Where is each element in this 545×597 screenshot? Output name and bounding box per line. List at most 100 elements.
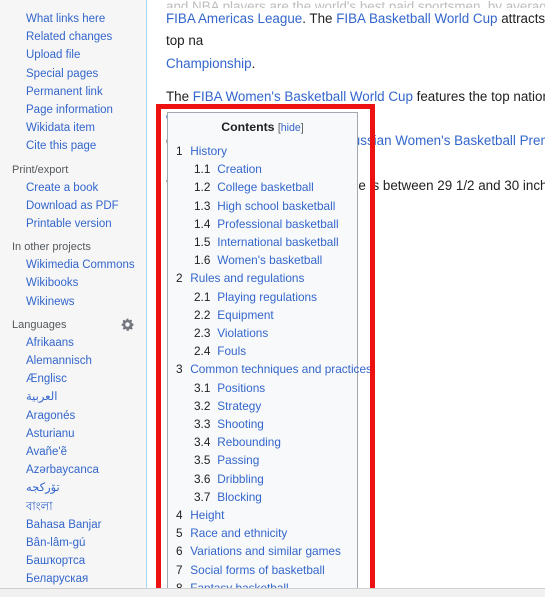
toc-item[interactable]: 3.3 Shooting — [174, 415, 351, 433]
sidebar-link-list: What links here Related changes Upload fil… — [0, 10, 146, 156]
toc-item[interactable]: 2.3 Violations — [174, 324, 351, 342]
sidebar-link-list: Create a book Download as PDF Printable ve… — [0, 179, 146, 234]
toc-item[interactable]: 2.2 Equipment — [174, 306, 351, 324]
language-settings-gear-icon[interactable] — [121, 318, 134, 332]
sidebar-link[interactable]: Wikibooks — [0, 274, 146, 292]
sidebar-list-item: Aragonés — [0, 407, 146, 425]
toc-item[interactable]: 2 Rules and regulations — [174, 269, 351, 287]
toc-item[interactable]: 1.5 International basketball — [174, 233, 351, 251]
article-link[interactable]: FIBA Women's Basketball World Cup — [193, 89, 413, 104]
toc-item[interactable]: 1.4 Professional basketball — [174, 215, 351, 233]
sidebar-link[interactable]: Afrikaans — [0, 334, 146, 352]
toc-item-label[interactable]: Social forms of basketball — [190, 563, 324, 577]
table-of-contents: Contents [hide] 1 History 1.1 Creation 1.2… — [167, 112, 372, 597]
toc-item[interactable]: 3.1 Positions — [174, 379, 351, 397]
article-link[interactable]: FIBA Americas League — [166, 11, 302, 26]
sidebar-list-item: Afrikaans — [0, 334, 146, 352]
toc-item[interactable]: 1.1 Creation — [174, 160, 351, 178]
sidebar-link[interactable]: Printable version — [0, 215, 146, 233]
sidebar-link[interactable]: Cite this page — [0, 137, 146, 155]
toc-item-label[interactable]: College basketball — [217, 180, 313, 194]
toc-item-label[interactable]: International basketball — [217, 235, 338, 249]
toc-hide-link[interactable]: hide — [281, 122, 301, 134]
sidebar-link-list: Wikimedia Commons Wikibooks Wikinews — [0, 256, 146, 311]
toc-item-label[interactable]: Rebounding — [217, 435, 281, 449]
toc-item[interactable]: 2.4 Fouls — [174, 342, 351, 360]
toc-item-label[interactable]: Equipment — [217, 308, 273, 322]
toc-item-label[interactable]: History — [190, 144, 227, 158]
sidebar-link[interactable]: Upload file — [0, 46, 146, 64]
toc-item[interactable]: 3 Common techniques and practices — [174, 360, 372, 378]
toc-item[interactable]: 1.2 College basketball — [174, 178, 351, 196]
toc-item-label[interactable]: Passing — [217, 453, 259, 467]
toc-item-label[interactable]: Rules and regulations — [190, 271, 304, 285]
toc-item-label[interactable]: Positions — [217, 381, 265, 395]
toc-item[interactable]: 7 Social forms of basketball — [174, 561, 351, 579]
toc-item-label[interactable]: Women's basketball — [217, 253, 322, 267]
toc-item-label[interactable]: Professional basketball — [217, 217, 338, 231]
toc-item-number: 3.2 — [194, 398, 211, 413]
sidebar-list-item: Avañe'ẽ — [0, 443, 146, 461]
sidebar-link[interactable]: Related changes — [0, 28, 146, 46]
sidebar-link[interactable]: Wikinews — [0, 293, 146, 311]
toc-item-label[interactable]: Blocking — [217, 490, 262, 504]
toc-item-label[interactable]: Variations and similar games — [190, 544, 341, 558]
article-link[interactable]: FIBA Basketball World Cup — [336, 11, 497, 26]
sidebar-link[interactable]: Alemannisch — [0, 352, 146, 370]
toc-item-label[interactable]: Common techniques and practices — [190, 362, 372, 376]
toc-item[interactable]: 2.1 Playing regulations — [174, 288, 351, 306]
toc-item-label[interactable]: Strategy — [217, 399, 261, 413]
sidebar-link[interactable]: Download as PDF — [0, 197, 146, 215]
sidebar-link[interactable]: العربية — [0, 388, 146, 406]
toc-item-label[interactable]: Violations — [217, 326, 268, 340]
sidebar-heading-label: Print/export — [12, 163, 69, 176]
toc-item-label[interactable]: Playing regulations — [217, 290, 317, 304]
toc-item[interactable]: 3.6 Dribbling — [174, 470, 351, 488]
toc-item[interactable]: 4 Height — [174, 506, 351, 524]
sidebar-group-languages: Languages Afrikaans Alemannisch Ænglisc العر… — [0, 317, 146, 589]
toc-item-number: 3.4 — [194, 435, 211, 450]
toc-item[interactable]: 3.2 Strategy — [174, 397, 351, 415]
sidebar-link[interactable]: Asturianu — [0, 425, 146, 443]
sidebar-link[interactable]: Azərbaycanca — [0, 461, 146, 479]
toc-item[interactable]: 3.7 Blocking — [174, 488, 351, 506]
sidebar-link[interactable]: What links here — [0, 10, 146, 28]
sidebar-link[interactable]: Bân-lâm-gú — [0, 534, 146, 552]
toc-item-number: 1.5 — [194, 235, 211, 250]
sidebar-link[interactable]: Create a book — [0, 179, 146, 197]
sidebar-list-item: Bahasa Banjar — [0, 516, 146, 534]
sidebar-link[interactable]: تۆرکجه — [0, 479, 146, 497]
toc-item[interactable]: 5 Race and ethnicity — [174, 524, 351, 542]
sidebar-link[interactable]: Wikimedia Commons — [0, 256, 146, 274]
sidebar-link[interactable]: Wikidata item — [0, 119, 146, 137]
toc-item[interactable]: 1.6 Women's basketball — [174, 251, 351, 269]
sidebar-scroll-container: ToolsWhat links hereRelated changesUploa… — [0, 0, 146, 589]
sidebar-link[interactable]: Page information — [0, 101, 146, 119]
sidebar-list-item: Upload file — [0, 46, 146, 64]
sidebar-link[interactable]: Aragonés — [0, 407, 146, 425]
sidebar-link[interactable]: Башҡортса — [0, 552, 146, 570]
toc-item[interactable]: 3.5 Passing — [174, 451, 351, 469]
article-link[interactable]: Championship — [166, 56, 252, 71]
sidebar-link[interactable]: Permanent link — [0, 83, 146, 101]
sidebar-link[interactable]: Special pages — [0, 65, 146, 83]
toc-item[interactable]: 1 History — [174, 142, 351, 160]
sidebar-list-item: Related changes — [0, 28, 146, 46]
toc-item-label[interactable]: Dribbling — [217, 472, 264, 486]
toc-item-label[interactable]: Height — [190, 508, 224, 522]
toc-item-label[interactable]: Race and ethnicity — [190, 526, 287, 540]
toc-item[interactable]: 6 Variations and similar games — [174, 542, 351, 560]
horizontal-scrollbar[interactable] — [0, 588, 545, 597]
toc-item-label[interactable]: High school basketball — [217, 199, 335, 213]
sidebar-link[interactable]: Ænglisc — [0, 370, 146, 388]
sidebar-link[interactable]: Беларуская — [0, 570, 146, 588]
toc-item-label[interactable]: Fouls — [217, 344, 246, 358]
toc-item[interactable]: 3.4 Rebounding — [174, 433, 351, 451]
article-text-run: features the top national — [416, 88, 545, 104]
toc-item-label[interactable]: Creation — [217, 162, 262, 176]
toc-item-label[interactable]: Shooting — [217, 417, 264, 431]
sidebar-link[interactable]: Bahasa Banjar — [0, 516, 146, 534]
sidebar-link[interactable]: Avañe'ẽ — [0, 443, 146, 461]
sidebar-link[interactable]: বাংলা — [0, 498, 146, 516]
toc-item[interactable]: 1.3 High school basketball — [174, 197, 351, 215]
